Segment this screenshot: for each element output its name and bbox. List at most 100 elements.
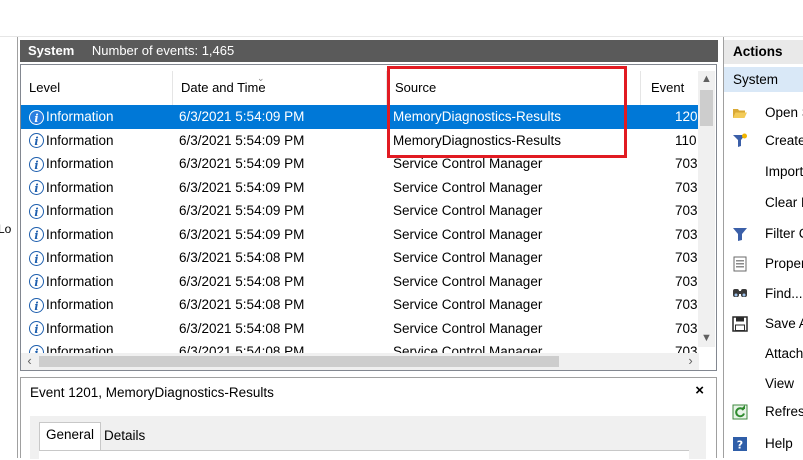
refresh-icon xyxy=(732,404,748,420)
level-text: Information xyxy=(46,320,114,336)
horizontal-scrollbar[interactable]: ‹ › xyxy=(21,353,699,370)
date-cell: 6/3/2021 5:54:08 PM xyxy=(179,344,305,354)
tab-general[interactable]: General xyxy=(39,422,102,450)
date-cell: 6/3/2021 5:54:08 PM xyxy=(179,320,305,336)
date-cell: 6/3/2021 5:54:08 PM xyxy=(179,250,305,265)
level-cell: i Information xyxy=(29,129,179,153)
scroll-right-icon[interactable]: › xyxy=(682,353,699,370)
action-label: Attach a Task To this Log... xyxy=(765,346,803,361)
level-text: Information xyxy=(46,156,114,171)
table-row[interactable]: i Information 6/3/2021 5:54:08 PM Service C… xyxy=(21,317,701,341)
action-item[interactable]: Find... xyxy=(724,283,803,305)
actions-section-system[interactable]: System xyxy=(724,67,803,92)
log-header: System Number of events: 1,465 xyxy=(20,40,718,62)
action-item[interactable]: Save All Events As... xyxy=(724,313,803,335)
table-row[interactable]: i Information 6/3/2021 5:54:08 PM Service C… xyxy=(21,270,701,294)
actions-pane: Actions System Open Saved Log... Create C… xyxy=(723,37,803,458)
scroll-up-icon[interactable]: ▲ xyxy=(698,71,715,88)
level-text: Information xyxy=(46,203,114,218)
vertical-scrollbar[interactable]: ▲ ▼ xyxy=(698,71,715,347)
table-row[interactable]: i Information 6/3/2021 5:54:09 PM Service C… xyxy=(21,176,701,200)
information-icon: i xyxy=(29,203,44,219)
action-item[interactable]: Open Saved Log... xyxy=(724,102,803,124)
action-item[interactable]: Import Custom View... xyxy=(724,161,803,183)
level-text: Information xyxy=(46,273,114,289)
console-tree-pane[interactable] xyxy=(0,37,18,458)
level-text: Information xyxy=(46,179,114,195)
information-icon: i xyxy=(29,297,44,313)
level-cell: i Information xyxy=(29,176,179,200)
action-item[interactable]: View xyxy=(724,373,803,395)
action-label: View xyxy=(765,376,795,391)
date-cell: 6/3/2021 5:54:09 PM xyxy=(179,132,305,148)
source-cell: Service Control Manager xyxy=(393,320,543,336)
event-count: Number of events: 1,465 xyxy=(91,43,235,58)
date-cell: 6/3/2021 5:54:09 PM xyxy=(179,226,305,242)
action-item[interactable]: ? Help xyxy=(724,433,803,455)
action-item[interactable]: Filter Current Log... xyxy=(724,223,803,245)
log-title: System xyxy=(28,43,75,58)
information-icon: i xyxy=(29,109,44,125)
table-row[interactable]: i Information 6/3/2021 5:54:09 PM Service C… xyxy=(21,223,701,247)
action-label: Create Custom View... xyxy=(765,133,803,148)
source-cell: Service Control Manager xyxy=(393,297,543,312)
column-header-date[interactable]: Date and Time xyxy=(173,71,387,105)
scroll-down-icon[interactable]: ▼ xyxy=(698,330,715,347)
table-row[interactable]: i Information 6/3/2021 5:54:08 PM Service C… xyxy=(21,293,701,317)
action-label: Import Custom View... xyxy=(765,164,803,179)
action-label: Help xyxy=(765,436,793,451)
level-cell: i Information xyxy=(29,270,179,294)
close-icon[interactable]: × xyxy=(695,382,704,399)
filter-create-icon xyxy=(732,133,748,149)
detail-tabs: General Details xyxy=(30,416,706,460)
table-row[interactable]: i Information 6/3/2021 5:54:08 PM Service C… xyxy=(21,246,701,270)
source-cell: Service Control Manager xyxy=(393,226,543,242)
sort-indicator-icon: ⌄ xyxy=(257,73,265,83)
top-area xyxy=(0,0,803,36)
tab-content xyxy=(39,450,689,460)
information-icon: i xyxy=(29,274,44,290)
save-icon xyxy=(732,316,748,332)
level-text: Information xyxy=(46,250,114,265)
level-cell: i Information xyxy=(29,317,179,341)
scroll-left-icon[interactable]: ‹ xyxy=(21,353,38,370)
information-icon: i xyxy=(29,156,44,172)
horizontal-scroll-thumb[interactable] xyxy=(39,356,559,367)
level-cell: i Information xyxy=(29,152,179,176)
information-icon: i xyxy=(29,321,44,337)
date-cell: 6/3/2021 5:54:08 PM xyxy=(179,297,305,312)
date-cell: 6/3/2021 5:54:09 PM xyxy=(179,203,305,218)
level-text: Information xyxy=(46,297,114,312)
level-cell: i Information xyxy=(29,105,179,129)
column-header-level[interactable]: Level xyxy=(21,71,173,105)
table-row[interactable]: i Information 6/3/2021 5:54:08 PM Service C… xyxy=(21,340,701,354)
level-cell: i Information xyxy=(29,293,179,317)
table-row[interactable]: i Information 6/3/2021 5:54:09 PM Service C… xyxy=(21,199,701,223)
help-icon: ? xyxy=(732,436,748,452)
filter-icon xyxy=(732,226,748,242)
source-highlight-box xyxy=(387,66,627,158)
level-text: Information xyxy=(46,226,114,242)
level-cell: i Information xyxy=(29,223,179,247)
column-header-event-id[interactable]: Event xyxy=(641,71,701,105)
date-cell: 6/3/2021 5:54:09 PM xyxy=(179,109,305,124)
action-item[interactable]: Properties xyxy=(724,253,803,275)
action-item[interactable]: Clear Log... xyxy=(724,192,803,214)
actions-header: Actions xyxy=(724,40,803,64)
source-cell: Service Control Manager xyxy=(393,179,543,195)
vertical-scroll-thumb[interactable] xyxy=(700,90,713,126)
find-icon xyxy=(732,286,748,302)
date-cell: 6/3/2021 5:54:09 PM xyxy=(179,156,305,171)
level-cell: i Information xyxy=(29,246,179,270)
information-icon: i xyxy=(29,227,44,243)
tab-details[interactable]: Details xyxy=(98,424,151,450)
action-item[interactable]: Attach a Task To this Log... xyxy=(724,343,803,365)
action-label: Find... xyxy=(765,286,803,301)
action-item[interactable]: Refresh xyxy=(724,401,803,423)
action-label: Open Saved Log... xyxy=(765,105,803,120)
action-item[interactable]: Create Custom View... xyxy=(724,130,803,152)
top-divider xyxy=(0,36,803,37)
level-text: Information xyxy=(46,132,114,148)
event-detail-pane: Event 1201, MemoryDiagnostics-Results × … xyxy=(20,377,717,460)
action-label: Clear Log... xyxy=(765,195,803,210)
